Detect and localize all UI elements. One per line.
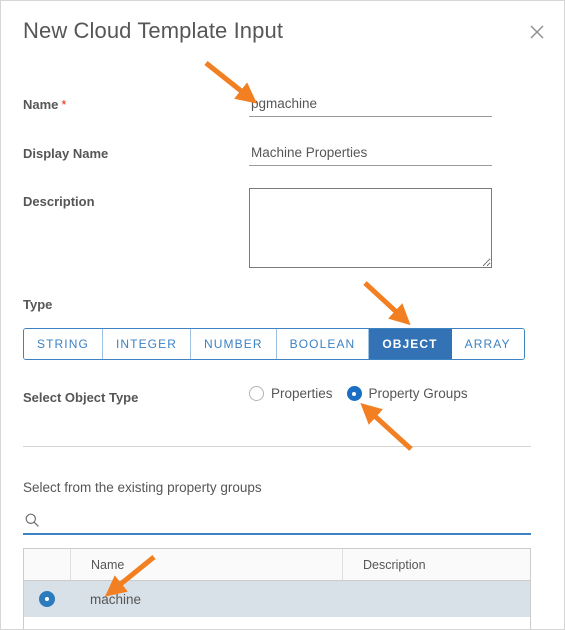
required-marker: *: [61, 97, 67, 112]
description-label: Description: [23, 194, 95, 209]
arrow-to-property-groups-radio: [360, 402, 413, 451]
type-segmented-control: STRING INTEGER NUMBER BOOLEAN OBJECT ARR…: [23, 328, 525, 360]
radio-label-property-groups: Property Groups: [368, 386, 468, 401]
name-label-text: Name: [23, 97, 59, 112]
section-divider: [23, 446, 531, 447]
table-header-select: [24, 549, 70, 580]
table-filler: [24, 617, 530, 629]
description-textarea[interactable]: [249, 188, 492, 268]
search-icon: [24, 512, 40, 528]
table-header-description: Description: [342, 549, 530, 580]
radio-option-properties[interactable]: Properties: [249, 386, 333, 401]
select-object-type-radio-group: Properties Property Groups: [249, 386, 468, 401]
table-header-row: Name Description: [24, 549, 530, 581]
select-object-type-label: Select Object Type: [23, 390, 139, 405]
table-header-name: Name: [70, 549, 342, 580]
type-label: Type: [23, 297, 53, 312]
page-title: New Cloud Template Input: [23, 18, 284, 43]
picker-caption: Select from the existing property groups: [23, 480, 262, 495]
table-cell-description: [342, 581, 530, 617]
arrow-to-object-type-button: [363, 281, 411, 326]
display-name-label: Display Name: [23, 146, 109, 161]
search-row: [23, 509, 531, 535]
display-name-input[interactable]: [249, 142, 492, 166]
type-option-number[interactable]: NUMBER: [190, 329, 277, 359]
type-option-boolean[interactable]: BOOLEAN: [276, 329, 370, 359]
type-option-object[interactable]: OBJECT: [369, 329, 452, 359]
radio-label-properties: Properties: [271, 386, 333, 401]
property-groups-table: Name Description machine: [23, 548, 531, 629]
type-option-integer[interactable]: INTEGER: [102, 329, 191, 359]
name-label: Name *: [23, 97, 66, 112]
radio-option-property-groups[interactable]: Property Groups: [346, 386, 468, 401]
name-input[interactable]: [249, 93, 492, 117]
table-row[interactable]: machine: [24, 581, 530, 617]
arrow-to-name-field: [204, 61, 258, 104]
type-option-array[interactable]: ARRAY: [451, 329, 524, 359]
dialog-header: New Cloud Template Input: [1, 1, 564, 63]
search-input[interactable]: [40, 510, 531, 532]
row-radio-machine[interactable]: [39, 591, 55, 607]
close-icon[interactable]: [525, 20, 549, 44]
table-row-select-cell: [24, 581, 70, 617]
radio-mark-property-groups: [346, 386, 362, 401]
type-option-string[interactable]: STRING: [24, 329, 103, 359]
radio-mark-properties: [249, 386, 264, 401]
table-cell-name: machine: [90, 591, 142, 607]
new-cloud-template-input-dialog: New Cloud Template Input Name* Display N…: [0, 0, 565, 630]
